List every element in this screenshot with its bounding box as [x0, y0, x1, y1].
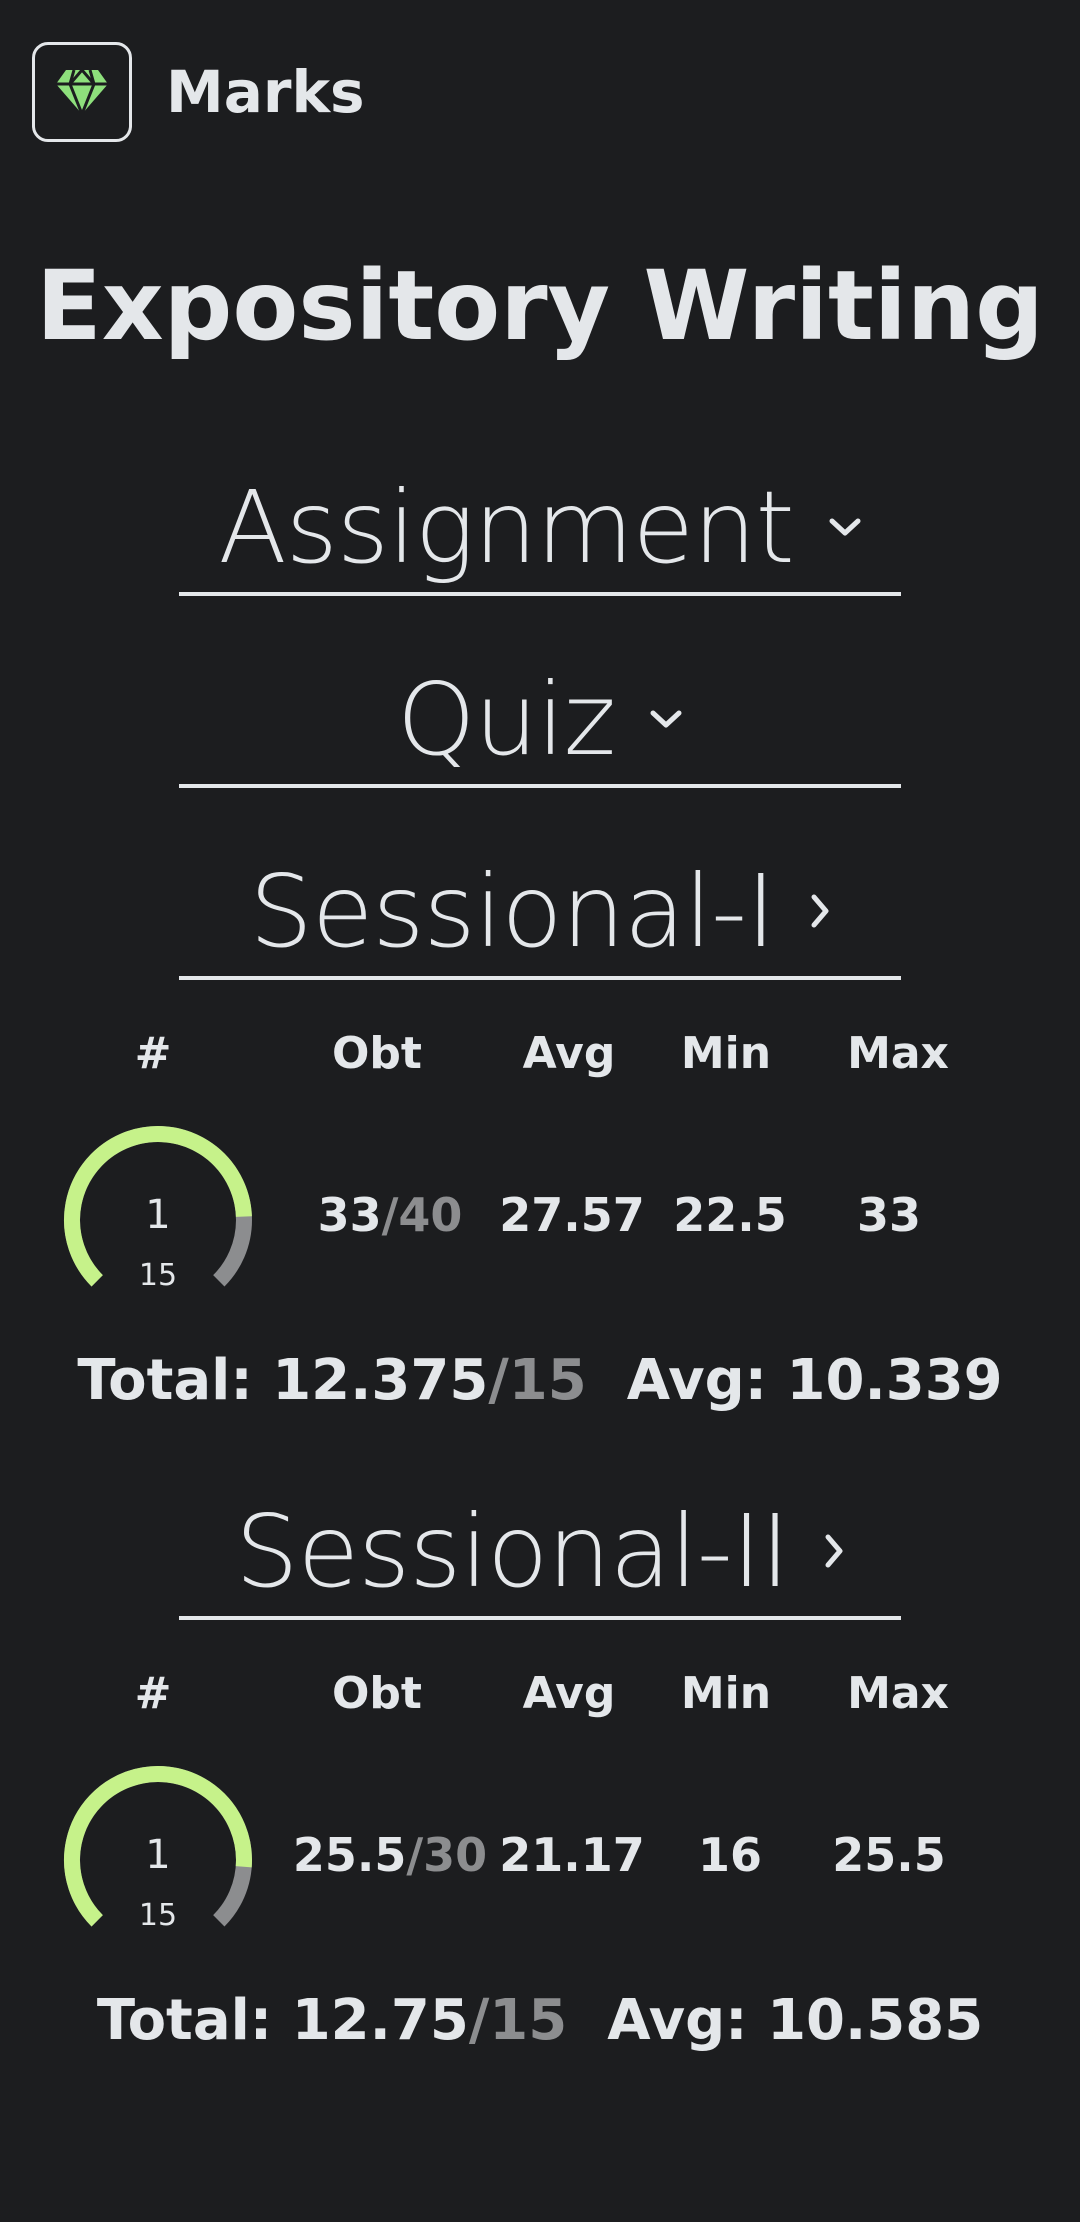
section-label: Quiz [396, 660, 616, 778]
col-average: Avg [522, 1028, 616, 1079]
max-value: 25.5 [832, 1828, 946, 1882]
chevron-down-icon [828, 516, 862, 538]
table-row: 1 15 25.5/30 21.17 16 25.5 [0, 1760, 1080, 1960]
app-logo [32, 42, 132, 142]
section-total: Total: 12.75/15 Avg: 10.585 [96, 1988, 984, 2053]
course-title: Expository Writing [36, 250, 1044, 362]
gauge-weight: 15 [138, 1258, 178, 1293]
app-title: Marks [166, 58, 365, 126]
col-obtained: Obt [332, 1668, 422, 1719]
col-number: # [134, 1668, 172, 1719]
gauge-weight: 15 [138, 1898, 178, 1933]
diamond-icon [56, 68, 108, 116]
table-header: # Obt Avg Min Max [0, 1668, 1080, 1728]
section-total: Total: 12.375/15 Avg: 10.339 [77, 1348, 1003, 1413]
section-label: Sessional-I [249, 852, 775, 970]
col-max: Max [847, 1028, 949, 1079]
section-quiz[interactable]: Quiz [179, 654, 901, 788]
col-obtained: Obt [332, 1028, 422, 1079]
col-average: Avg [522, 1668, 616, 1719]
score-gauge: 1 15 [60, 1760, 256, 1960]
max-value: 33 [856, 1188, 922, 1242]
chevron-right-icon [823, 1533, 845, 1569]
col-min: Min [680, 1668, 772, 1719]
chevron-right-icon [809, 893, 831, 929]
average-value: 21.17 [499, 1828, 645, 1882]
table-header: # Obt Avg Min Max [0, 1028, 1080, 1088]
gauge-number: 1 [145, 1832, 171, 1878]
col-max: Max [847, 1668, 949, 1719]
min-value: 22.5 [673, 1188, 787, 1242]
section-assignment[interactable]: Assignment [179, 462, 901, 596]
section-label: Sessional-II [235, 1492, 790, 1610]
chevron-down-icon [649, 708, 683, 730]
col-min: Min [680, 1028, 772, 1079]
section-sessional-2[interactable]: Sessional-II [179, 1486, 901, 1620]
col-number: # [134, 1028, 172, 1079]
obtained-value: 25.5/30 [292, 1828, 488, 1882]
gauge-number: 1 [145, 1192, 171, 1238]
min-value: 16 [697, 1828, 763, 1882]
section-sessional-1[interactable]: Sessional-I [179, 846, 901, 980]
score-gauge: 1 15 [60, 1120, 256, 1320]
table-row: 1 15 33/40 27.57 22.5 33 [0, 1120, 1080, 1320]
section-label: Assignment [218, 468, 794, 586]
average-value: 27.57 [499, 1188, 645, 1242]
app-header: Marks [32, 40, 365, 144]
obtained-value: 33/40 [317, 1188, 463, 1242]
